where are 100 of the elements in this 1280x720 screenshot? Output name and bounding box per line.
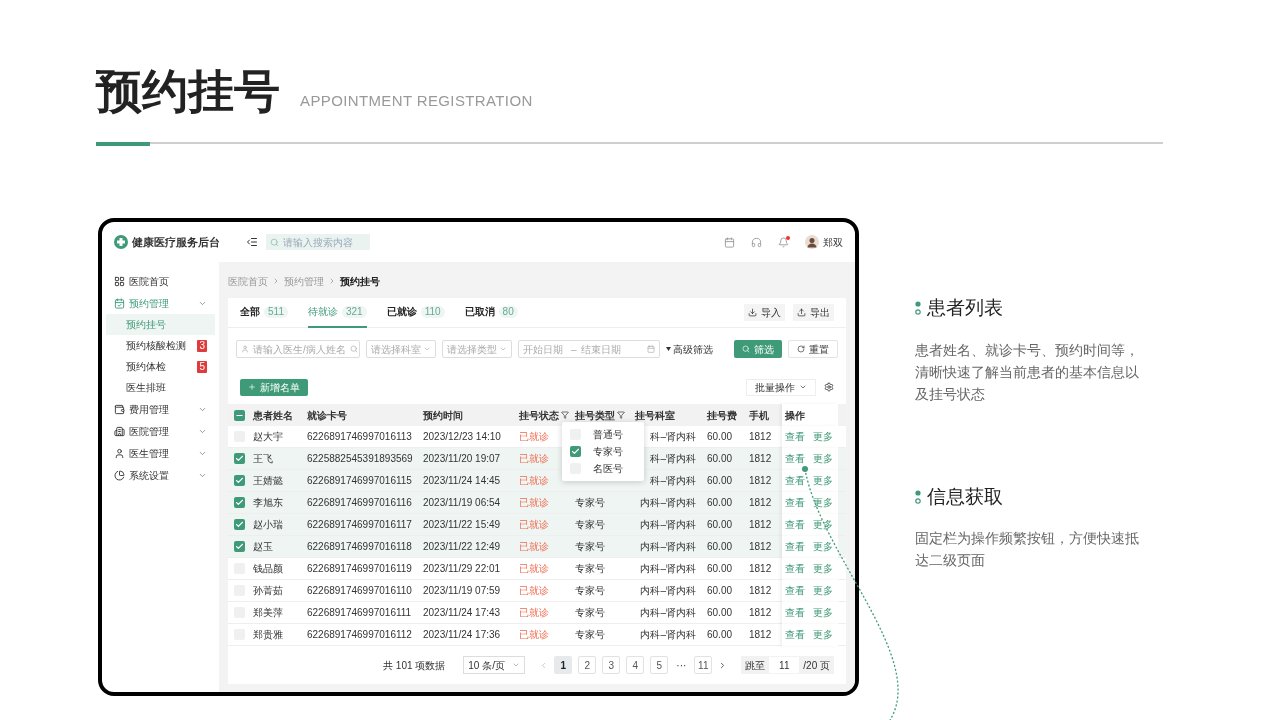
table-cell: 6226891746997016119 — [307, 563, 412, 574]
table-row[interactable]: 赵小瑞 6226891746997016117 2023/11/22 15:49 已就诊 专家号 内科–肾内科 60.00 1812 查看 更多 — [228, 514, 846, 536]
sidebar-item[interactable]: 医生管理 — [106, 442, 215, 464]
action-link[interactable]: 更多 — [813, 429, 833, 444]
table-cell: 1812 — [749, 497, 772, 508]
table-cell: 2023/11/24 14:45 — [423, 475, 501, 486]
checkbox[interactable] — [234, 519, 245, 530]
table-cell-text: 科–肾内科 — [650, 452, 696, 466]
upload-icon — [797, 308, 806, 317]
column-header: 预约时间 — [422, 408, 464, 423]
action-link[interactable]: 查看 — [785, 583, 805, 598]
table-row[interactable]: 赵玉 6226891746997016118 2023/11/22 12:49 已就诊 专家号 内科–肾内科 60.00 1812 查看 更多 — [228, 536, 846, 558]
tab[interactable]: 待就诊 321 — [307, 297, 367, 328]
select-all-checkbox[interactable] — [234, 409, 245, 421]
dropdown-option[interactable]: 普通号 — [593, 427, 623, 442]
table-cell-text: 内科–肾内科 — [640, 584, 696, 598]
count-badge: 5 — [197, 360, 207, 373]
notification-icon[interactable] — [778, 236, 789, 248]
checkbox[interactable] — [234, 475, 245, 486]
headset-icon[interactable] — [751, 236, 762, 248]
batch-operation-button[interactable]: 批量操作 — [746, 378, 816, 396]
table-cell-text: 内科–肾内科 — [640, 606, 696, 620]
checkbox[interactable] — [234, 541, 245, 552]
toolbar-button[interactable]: 导入 — [744, 304, 785, 321]
check-icon — [235, 498, 244, 507]
action-link[interactable]: 查看 — [785, 429, 805, 444]
table-row[interactable]: 钱品颜 6226891746997016119 2023/11/29 22:01 已就诊 专家号 内科–肾内科 60.00 1812 查看 更多 — [228, 558, 846, 580]
chevron-right-icon — [272, 277, 280, 285]
page-button[interactable]: 1 — [554, 656, 573, 674]
action-link[interactable]: 更多 — [813, 495, 833, 510]
table-row[interactable]: 李旭东 6226891746997016116 2023/11/19 06:54 已就诊 专家号 内科–肾内科 60.00 1812 查看 更多 — [228, 492, 846, 514]
status-label: 已就诊 — [519, 563, 549, 574]
jump-label: 跳至 — [745, 658, 766, 673]
filter-icon[interactable] — [617, 411, 625, 419]
slide-subtitle: APPOINTMENT REGISTRATION — [300, 90, 533, 111]
cross-logo-icon — [114, 235, 128, 249]
chevron-down-icon — [512, 661, 521, 669]
tab[interactable]: 已就诊 110 — [386, 297, 445, 328]
toolbar-button[interactable]: 导出 — [793, 304, 834, 321]
total-pages: /20 页 — [803, 658, 830, 673]
action-link[interactable]: 更多 — [813, 583, 833, 598]
sidebar-subitem[interactable]: 预约核酸检测 3 — [106, 335, 215, 356]
advanced-filter-toggle[interactable]: 高级筛选 — [666, 341, 713, 357]
table-cell: 郑贵雅 — [253, 629, 283, 640]
sidebar-item[interactable]: 医院管理 — [106, 420, 215, 442]
table-row[interactable]: 郑美萍 6226891746997016111 2023/11/24 17:43 已就诊 专家号 内科–肾内科 60.00 1812 查看 更多 — [228, 602, 846, 624]
table-row[interactable]: 郑贵雅 6226891746997016112 2023/11/24 17:36 已就诊 专家号 内科–肾内科 60.00 1812 查看 更多 — [228, 624, 846, 646]
checkbox[interactable] — [234, 497, 245, 508]
action-link[interactable]: 查看 — [785, 451, 805, 466]
action-link[interactable]: 更多 — [813, 539, 833, 554]
avatar[interactable] — [805, 235, 819, 249]
chevron-right-icon — [328, 277, 336, 285]
sidebar-subitem[interactable]: 医生排班 — [106, 377, 215, 398]
action-link[interactable]: 查看 — [785, 627, 805, 642]
tab[interactable]: 已取消 80 — [464, 297, 518, 328]
sidebar-item[interactable]: 系统设置 — [106, 464, 215, 486]
checkbox[interactable] — [570, 446, 581, 457]
refresh-icon — [797, 345, 805, 353]
calendar-icon[interactable] — [724, 236, 735, 248]
action-link[interactable]: 更多 — [813, 517, 833, 532]
action-link[interactable]: 更多 — [813, 473, 833, 488]
action-link[interactable]: 查看 — [785, 561, 805, 576]
check-icon — [571, 447, 580, 456]
table-cell: 孙菁茹 — [253, 585, 283, 596]
action-link[interactable]: 更多 — [813, 451, 833, 466]
action-link[interactable]: 查看 — [785, 517, 805, 532]
calendar-icon — [114, 297, 125, 309]
page-button[interactable]: 4 — [626, 656, 645, 674]
table-row[interactable]: 孙菁茹 6226891746997016110 2023/11/19 07:59 已就诊 专家号 内科–肾内科 60.00 1812 查看 更多 — [228, 580, 846, 602]
page-button[interactable]: 3 — [602, 656, 621, 674]
action-link[interactable]: 更多 — [813, 627, 833, 642]
page-button[interactable]: 5 — [650, 656, 669, 674]
checkbox[interactable] — [234, 453, 245, 464]
action-link[interactable]: 更多 — [813, 561, 833, 576]
action-link[interactable]: 查看 — [785, 495, 805, 510]
table-cell: 6226891746997016115 — [307, 475, 412, 486]
sidebar-item[interactable]: 预约管理 — [106, 292, 215, 314]
page-button[interactable]: 11 — [694, 656, 713, 674]
reset-button[interactable]: 重置 — [788, 340, 838, 358]
menu-icon[interactable] — [246, 236, 258, 248]
accent-bar — [96, 142, 150, 146]
sidebar-item[interactable]: 费用管理 — [106, 398, 215, 420]
jump-field[interactable]: 11 — [769, 657, 800, 673]
table-cell-text: 科–肾内科 — [650, 430, 696, 444]
action-link[interactable]: 查看 — [785, 473, 805, 488]
tab[interactable]: 全部 511 — [240, 297, 288, 328]
table-cell: 60.00 — [707, 431, 733, 442]
action-link[interactable]: 查看 — [785, 539, 805, 554]
sidebar-subitem[interactable]: 预约体检 5 — [106, 356, 215, 377]
table-cell: 2023/12/23 14:10 — [423, 431, 501, 442]
page-size-select[interactable]: 10 条/页 — [463, 656, 526, 674]
annotation-text: 固定栏为操作频繁按钮，方便快速抵达二级页面 — [915, 529, 1140, 570]
table-cell-text: 内科–肾内科 — [640, 496, 696, 510]
page-button[interactable]: 2 — [578, 656, 597, 674]
action-link[interactable]: 查看 — [785, 605, 805, 620]
grid-icon — [114, 275, 125, 287]
sidebar-item[interactable]: 医院首页 — [106, 270, 215, 292]
action-link[interactable]: 更多 — [813, 605, 833, 620]
settings-icon[interactable] — [824, 382, 834, 392]
filter-icon[interactable] — [561, 411, 569, 419]
